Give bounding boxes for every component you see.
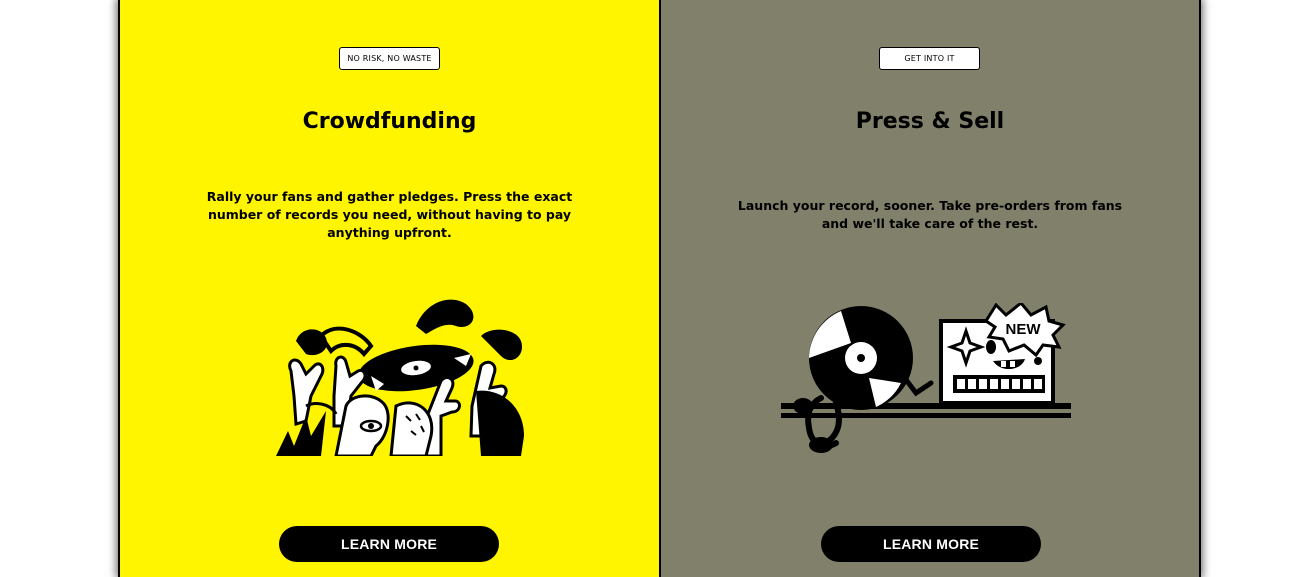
new-burst-label: NEW <box>1006 321 1042 338</box>
crowdfunding-card: NO RISK, NO WASTE Crowdfunding Rally you… <box>118 0 659 577</box>
press-sell-title: Press & Sell <box>855 109 1005 134</box>
press-sell-learn-more-button[interactable]: LEARN MORE <box>821 526 1041 562</box>
press-sell-badge: GET INTO IT <box>879 47 980 70</box>
crowdfunding-badge: NO RISK, NO WASTE <box>339 47 440 70</box>
crowdfunding-learn-more-button[interactable]: LEARN MORE <box>279 526 499 562</box>
press-sell-card: GET INTO IT Press & Sell Launch your rec… <box>659 0 1201 577</box>
crowd-holding-vinyl-illustration <box>276 299 524 456</box>
product-cards: NO RISK, NO WASTE Crowdfunding Rally you… <box>118 0 1201 577</box>
vinyl-character-with-new-box-illustration: NEW <box>781 303 1071 453</box>
press-sell-description: Launch your record, sooner. Take pre-ord… <box>737 198 1123 231</box>
crowdfunding-description: Rally your fans and gather pledges. Pres… <box>206 189 573 240</box>
crowdfunding-title: Crowdfunding <box>302 109 477 134</box>
